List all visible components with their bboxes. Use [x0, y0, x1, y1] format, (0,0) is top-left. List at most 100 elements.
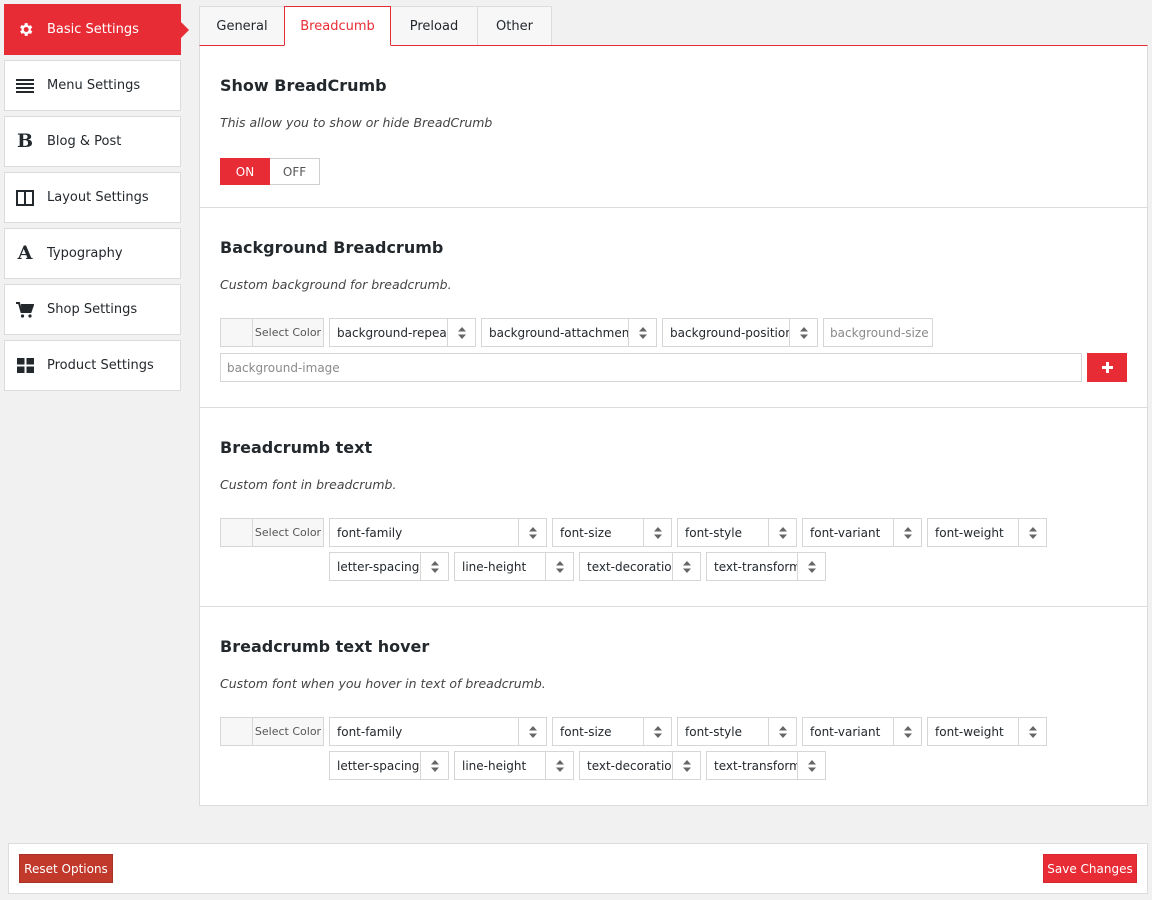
- tab-bar: General Breadcumb Preload Other: [199, 6, 552, 46]
- add-image-button[interactable]: [1087, 353, 1127, 382]
- text-color-picker[interactable]: Select Color: [220, 518, 324, 547]
- tab-other[interactable]: Other: [477, 6, 552, 45]
- background-attachment-select[interactable]: background-attachment: [481, 318, 657, 347]
- reset-options-button[interactable]: Reset Options: [19, 854, 113, 883]
- up-down-arrow-icon: [768, 519, 796, 546]
- select-value: text-decoration: [587, 758, 672, 773]
- font-a-icon: A: [17, 242, 33, 264]
- columns-icon: [15, 188, 35, 208]
- sidebar-item-shop-settings[interactable]: Shop Settings: [4, 284, 181, 335]
- letter-spacing-select[interactable]: letter-spacing: [329, 552, 449, 581]
- text-transform-select[interactable]: text-transform: [706, 552, 826, 581]
- background-position-select[interactable]: background-position: [662, 318, 818, 347]
- sidebar-item-menu-settings[interactable]: Menu Settings: [4, 60, 181, 111]
- plus-icon: [1101, 358, 1113, 377]
- sidebar-item-product-settings[interactable]: Product Settings: [4, 340, 181, 391]
- select-value: background-position: [670, 325, 789, 340]
- up-down-arrow-icon: [643, 718, 671, 745]
- background-repeat-select[interactable]: background-repeat: [329, 318, 476, 347]
- sidebar-item-blog-post[interactable]: B Blog & Post: [4, 116, 181, 167]
- up-down-arrow-icon: [893, 718, 921, 745]
- font-weight-select[interactable]: font-weight: [927, 518, 1047, 547]
- hover-line-height-select[interactable]: line-height: [454, 751, 574, 780]
- select-value: font-family: [337, 724, 403, 739]
- hover-font-weight-select[interactable]: font-weight: [927, 717, 1047, 746]
- font-family-select[interactable]: font-family: [329, 518, 547, 547]
- select-value: line-height: [462, 758, 527, 773]
- save-changes-button[interactable]: Save Changes: [1043, 854, 1137, 883]
- hover-font-variant-select[interactable]: font-variant: [802, 717, 922, 746]
- up-down-arrow-icon: [768, 718, 796, 745]
- select-value: text-transform: [714, 758, 797, 773]
- section-description: Custom font when you hover in text of br…: [220, 676, 546, 691]
- sidebar-item-typography[interactable]: A Typography: [4, 228, 181, 279]
- bg-color-picker[interactable]: Select Color: [220, 318, 324, 347]
- sidebar-item-label: Typography: [47, 246, 123, 261]
- gear-icon: [15, 20, 35, 40]
- section-breadcrumb-text-hover: Breadcrumb text hover Custom font when y…: [200, 607, 1147, 806]
- up-down-arrow-icon: [420, 752, 448, 779]
- up-down-arrow-icon: [518, 718, 546, 745]
- sidebar-item-label: Layout Settings: [47, 190, 149, 205]
- sidebar-item-layout-settings[interactable]: Layout Settings: [4, 172, 181, 223]
- select-value: background-repeat: [337, 325, 447, 340]
- up-down-arrow-icon: [628, 319, 656, 346]
- up-down-arrow-icon: [447, 319, 475, 346]
- section-title: Show BreadCrumb: [220, 76, 387, 95]
- hover-font-family-select[interactable]: font-family: [329, 717, 547, 746]
- bold-b-icon: B: [16, 130, 34, 152]
- settings-panel: Show BreadCrumb This allow you to show o…: [199, 45, 1148, 806]
- up-down-arrow-icon: [789, 319, 817, 346]
- up-down-arrow-icon: [672, 553, 700, 580]
- tab-general[interactable]: General: [199, 6, 285, 45]
- font-variant-select[interactable]: font-variant: [802, 518, 922, 547]
- tab-breadcumb[interactable]: Breadcumb: [284, 6, 391, 46]
- background-image-input[interactable]: background-image: [220, 353, 1082, 382]
- select-value: background-attachment: [489, 325, 628, 340]
- up-down-arrow-icon: [1018, 718, 1046, 745]
- line-height-select[interactable]: line-height: [454, 552, 574, 581]
- up-down-arrow-icon: [797, 553, 825, 580]
- color-swatch: [221, 319, 253, 346]
- sidebar-item-basic-settings[interactable]: Basic Settings: [4, 4, 189, 55]
- section-breadcrumb-text: Breadcrumb text Custom font in breadcrum…: [200, 408, 1147, 607]
- section-title: Background Breadcrumb: [220, 238, 444, 257]
- section-title: Breadcrumb text hover: [220, 637, 430, 656]
- select-value: font-style: [685, 724, 742, 739]
- off-button[interactable]: OFF: [270, 158, 320, 185]
- up-down-arrow-icon: [518, 519, 546, 546]
- select-color-label: Select Color: [253, 319, 323, 346]
- on-button[interactable]: ON: [220, 158, 270, 185]
- select-value: font-size: [560, 525, 612, 540]
- hover-text-transform-select[interactable]: text-transform: [706, 751, 826, 780]
- up-down-arrow-icon: [797, 752, 825, 779]
- select-value: line-height: [462, 559, 527, 574]
- font-style-select[interactable]: font-style: [677, 518, 797, 547]
- text-decoration-select[interactable]: text-decoration: [579, 552, 701, 581]
- color-swatch: [221, 519, 253, 546]
- hover-font-style-select[interactable]: font-style: [677, 717, 797, 746]
- up-down-arrow-icon: [1018, 519, 1046, 546]
- tab-preload[interactable]: Preload: [390, 6, 478, 45]
- hover-font-size-select[interactable]: font-size: [552, 717, 672, 746]
- hover-text-decoration-select[interactable]: text-decoration: [579, 751, 701, 780]
- background-size-input[interactable]: background-size: [823, 318, 933, 347]
- footer-bar: Reset Options Save Changes: [8, 843, 1148, 894]
- up-down-arrow-icon: [893, 519, 921, 546]
- font-size-select[interactable]: font-size: [552, 518, 672, 547]
- section-background-breadcrumb: Background Breadcrumb Custom background …: [200, 208, 1147, 408]
- hover-letter-spacing-select[interactable]: letter-spacing: [329, 751, 449, 780]
- sidebar-item-label: Basic Settings: [47, 22, 139, 37]
- select-value: font-weight: [935, 724, 1004, 739]
- section-title: Breadcrumb text: [220, 438, 373, 457]
- select-value: font-variant: [810, 525, 881, 540]
- hover-color-picker[interactable]: Select Color: [220, 717, 324, 746]
- section-show-breadcrumb: Show BreadCrumb This allow you to show o…: [200, 46, 1147, 208]
- sidebar-item-label: Shop Settings: [47, 302, 138, 317]
- select-value: font-size: [560, 724, 612, 739]
- section-description: This allow you to show or hide BreadCrum…: [220, 115, 493, 130]
- section-description: Custom background for breadcrumb.: [220, 277, 452, 292]
- up-down-arrow-icon: [420, 553, 448, 580]
- select-value: letter-spacing: [337, 758, 420, 773]
- color-swatch: [221, 718, 253, 745]
